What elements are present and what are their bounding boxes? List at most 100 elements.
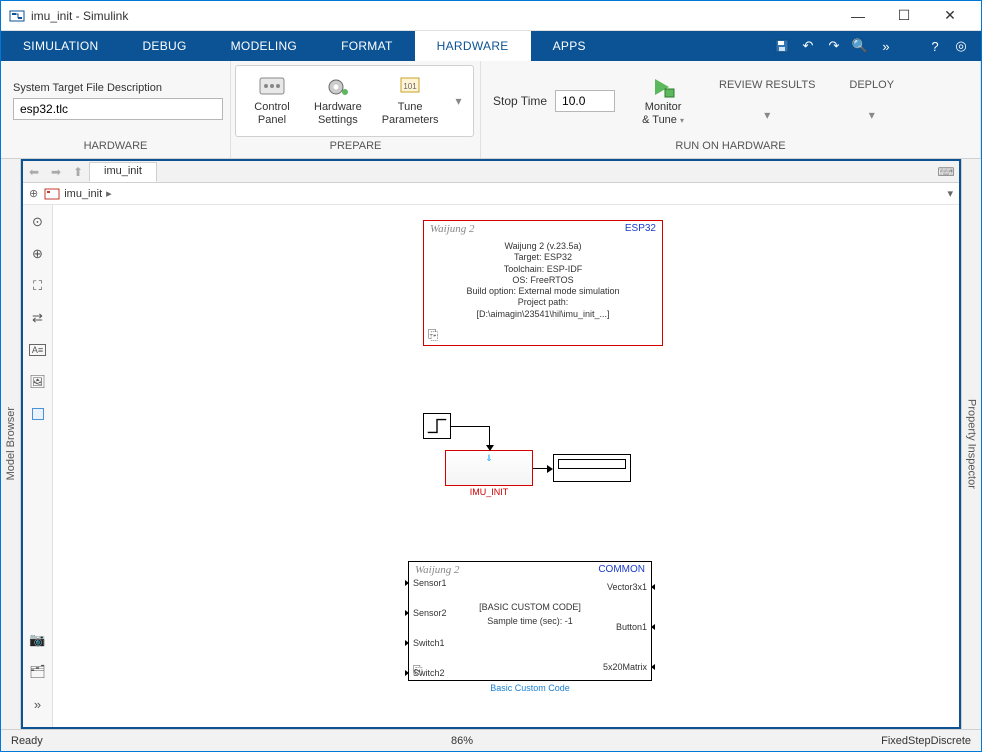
block-custom-name: Basic Custom Code [408, 683, 652, 693]
block-tag-esp32: ESP32 [625, 223, 656, 235]
model-browser-sidebar[interactable]: Model Browser [1, 159, 21, 729]
stop-time-input[interactable] [555, 90, 615, 112]
tab-hardware[interactable]: HARDWARE [415, 31, 531, 61]
auto-arrange-button[interactable]: ⇄ [27, 307, 49, 329]
undo-icon[interactable]: ↶ [800, 38, 816, 54]
stop-time-label: Stop Time [493, 94, 547, 108]
titlebar: imu_init - Simulink — ☐ ✕ [1, 1, 981, 31]
deploy-button[interactable]: DEPLOY ▾ [841, 75, 902, 126]
link-icon: ⎘ [428, 327, 438, 343]
sliders-icon: 101 [396, 75, 424, 99]
port-in-sensor1: Sensor1 [413, 578, 447, 588]
block-brand: Waijung 2 [415, 564, 460, 576]
quick-access-toolbar: ↶ ↷ 🔍 » ? ◎ [774, 31, 981, 61]
block-step[interactable] [423, 413, 451, 439]
breadcrumb: ⊕ imu_init ▸ ▾ [23, 183, 959, 205]
arrow-icon [547, 465, 553, 473]
play-chip-icon [649, 75, 677, 99]
system-target-input[interactable] [13, 98, 223, 120]
review-results-button[interactable]: REVIEW RESULTS ▾ [711, 75, 823, 126]
image-button[interactable]: 🖼 [27, 371, 49, 393]
block-tag-common: COMMON [598, 564, 645, 576]
circled-arrow-icon[interactable]: ⊕ [29, 187, 38, 200]
property-inspector-sidebar[interactable]: Property Inspector [961, 159, 981, 729]
group-hardware-label: HARDWARE [1, 140, 230, 158]
control-panel-button[interactable]: Control Panel [242, 71, 302, 130]
fit-to-screen-button[interactable]: ⛶ [27, 275, 49, 297]
gear-icon [324, 75, 352, 99]
canvas-wrap: ⬅ ➡ ⬆ imu_init ⌨ ⊕ imu_init ▸ ▾ ⊙ ⊕ ⛶ ⇄ … [21, 159, 961, 729]
block-target-text: Waijung 2 (v.23.5a) Target: ESP32 Toolch… [424, 237, 662, 320]
editor-tab-imu-init[interactable]: imu_init [89, 162, 157, 182]
block-imu-name: IMU_INIT [445, 487, 533, 497]
monitor-tune-button[interactable]: Monitor & Tune ▾ [633, 71, 693, 130]
port-in-sensor2: Sensor2 [413, 608, 447, 618]
block-waijung-target[interactable]: Waijung 2 ESP32 Waijung 2 (v.23.5a) Targ… [423, 220, 663, 346]
status-solver[interactable]: FixedStepDiscrete [881, 735, 971, 747]
window-title: imu_init - Simulink [31, 9, 835, 23]
arrow-icon [486, 445, 494, 451]
more-button[interactable]: » [27, 693, 49, 715]
library-button[interactable]: 🗂 [27, 661, 49, 683]
control-panel-icon [258, 75, 286, 99]
redo-icon[interactable]: ↷ [826, 38, 842, 54]
link-icon: ⎘ [413, 663, 423, 678]
ribbon: System Target File Description HARDWARE … [1, 61, 981, 159]
breadcrumb-root[interactable]: imu_init [64, 188, 102, 200]
annotation-button[interactable]: A≡ [27, 339, 49, 361]
fit-view-button[interactable]: ⊙ [27, 211, 49, 233]
group-run-label: RUN ON HARDWARE [481, 140, 980, 158]
tab-debug[interactable]: DEBUG [120, 31, 208, 61]
expand-icon[interactable]: » [878, 38, 894, 54]
block-basic-custom-code[interactable]: Waijung 2 COMMON [BASIC CUSTOM CODE] Sam… [408, 561, 652, 681]
area-button[interactable] [27, 403, 49, 425]
hardware-settings-button[interactable]: Hardware Settings [306, 71, 370, 130]
block-display[interactable] [553, 454, 631, 482]
help-icon[interactable]: ? [927, 38, 943, 54]
maximize-button[interactable]: ☐ [881, 2, 927, 30]
tab-simulation[interactable]: SIMULATION [1, 31, 120, 61]
model-icon [44, 186, 60, 202]
chevron-down-icon: ▾ [869, 108, 875, 122]
canvas-toolstrip: ⊙ ⊕ ⛶ ⇄ A≡ 🖼 📷 🗂 » [23, 205, 53, 727]
status-zoom[interactable]: 86% [451, 735, 473, 747]
status-bar: Ready 86% FixedStepDiscrete [1, 729, 981, 751]
port-out-vector: Vector3x1 [607, 582, 647, 592]
status-ready: Ready [11, 735, 43, 747]
block-diagram-canvas[interactable]: Waijung 2 ESP32 Waijung 2 (v.23.5a) Targ… [53, 205, 959, 727]
save-icon[interactable] [774, 38, 790, 54]
target-icon[interactable]: ◎ [953, 38, 969, 54]
block-imu-init[interactable]: ⇓ [445, 450, 533, 486]
block-imu-port-icon: ⇓ [485, 453, 493, 464]
prepare-more-dropdown[interactable]: ▾ [451, 71, 467, 131]
search-icon[interactable]: 🔍 [852, 38, 868, 54]
group-prepare-label: PREPARE [231, 140, 480, 158]
tune-parameters-button[interactable]: 101 Tune Parameters [374, 71, 447, 130]
signal-wire [451, 426, 489, 427]
tab-apps[interactable]: APPS [531, 31, 608, 61]
minimize-button[interactable]: — [835, 2, 881, 30]
nav-up-button[interactable]: ⬆ [67, 161, 89, 182]
tab-modeling[interactable]: MODELING [209, 31, 319, 61]
view-dropdown[interactable]: ▾ [947, 187, 953, 200]
chevron-down-icon: ▾ [764, 108, 770, 122]
main-tabstrip: SIMULATION DEBUG MODELING FORMAT HARDWAR… [1, 31, 981, 61]
port-out-matrix: 5x20Matrix [603, 662, 647, 672]
system-target-label: System Target File Description [13, 82, 218, 94]
simulink-icon [9, 8, 25, 24]
nav-forward-button[interactable]: ➡ [45, 161, 67, 182]
zoom-button[interactable]: ⊕ [27, 243, 49, 265]
signal-wire [489, 426, 490, 446]
block-brand: Waijung 2 [430, 223, 475, 235]
port-out-button: Button1 [616, 622, 647, 632]
port-in-switch1: Switch1 [413, 638, 445, 648]
close-button[interactable]: ✕ [927, 2, 973, 30]
editor-area: Model Browser ⬅ ➡ ⬆ imu_init ⌨ ⊕ imu_ini… [1, 159, 981, 729]
breadcrumb-chevron-icon[interactable]: ▸ [106, 187, 112, 200]
keyboard-icon[interactable]: ⌨ [933, 161, 959, 182]
camera-button[interactable]: 📷 [27, 629, 49, 651]
editor-tabs: ⬅ ➡ ⬆ imu_init ⌨ [23, 161, 959, 183]
nav-back-button[interactable]: ⬅ [23, 161, 45, 182]
svg-text:101: 101 [403, 82, 417, 91]
tab-format[interactable]: FORMAT [319, 31, 415, 61]
